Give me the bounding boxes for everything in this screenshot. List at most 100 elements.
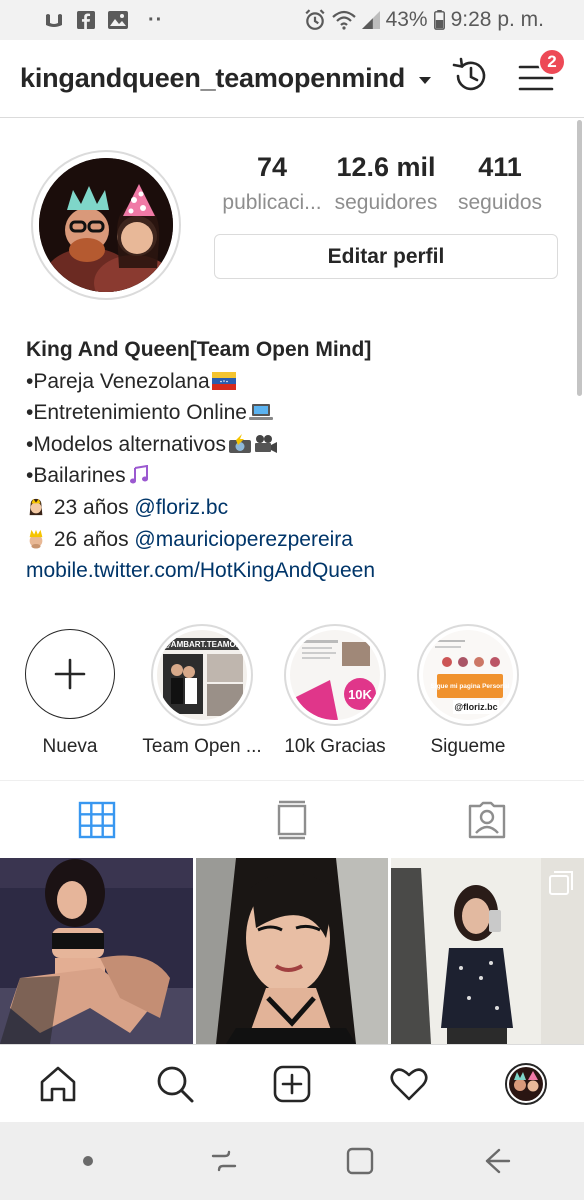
age-text: 26 años <box>48 527 135 551</box>
messenger-app-icon <box>46 14 62 27</box>
highlight-team-open[interactable]: @AMBART.TEAMOP Team Open ... <box>142 624 262 758</box>
grid-icon <box>79 801 116 838</box>
scrollbar[interactable] <box>577 120 582 396</box>
post-thumbnail[interactable] <box>0 858 193 1044</box>
tab-feed-view[interactable] <box>195 781 390 858</box>
avatar-illustration <box>39 158 173 292</box>
highlight-10k-gracias[interactable]: 10K 10k Gracias <box>275 624 395 758</box>
highlight-cover-text: Sigue mi pagina Personal <box>430 683 509 690</box>
nav-activity-button[interactable] <box>385 1060 433 1108</box>
highlight-cover-text: @floriz.bc <box>454 702 497 712</box>
highlight-cover-text: @AMBART.TEAMOP <box>163 640 242 649</box>
princess-emoji-icon <box>29 498 43 516</box>
stat-posts[interactable]: 74 publicaci... <box>212 152 332 215</box>
highlight-cover: @AMBART.TEAMOP <box>157 630 247 720</box>
bio-line-text: •Modelos alternativos <box>26 432 226 456</box>
nav-home-button[interactable] <box>34 1060 82 1108</box>
chevron-down-icon[interactable] <box>419 77 432 84</box>
bio-line: •Entretenimiento Online <box>26 397 566 429</box>
bio-age-line: 26 años @mauricioperezpereira <box>26 524 566 556</box>
highlight-ring: 10K <box>284 624 386 726</box>
followers-label: seguidores <box>334 191 438 214</box>
profile-top-bar: kingandqueen_teamopenmind <box>0 40 584 118</box>
highlight-label: Team Open ... <box>142 736 262 757</box>
status-bar: ·· 43% 9:28 p. m. <box>0 0 584 40</box>
highlight-label: Sigueme <box>430 736 506 757</box>
tab-grid[interactable] <box>0 781 195 858</box>
age-text: 23 años <box>48 495 135 519</box>
following-count: 411 <box>478 152 522 182</box>
clock: 9:28 p. m. <box>450 8 544 31</box>
movie-camera-icon <box>254 434 277 453</box>
highlight-cover-image: 10K <box>290 630 380 720</box>
dot-icon <box>83 1156 93 1166</box>
highlight-cover: Sigue mi pagina Personal @floriz.bc <box>423 630 513 720</box>
posts-label: publicaci... <box>222 191 322 214</box>
highlight-cover: 10K <box>290 630 380 720</box>
android-system-navigation <box>0 1122 584 1200</box>
archive-history-button[interactable] <box>450 56 490 96</box>
highlight-cover-text: 10K <box>348 687 372 702</box>
search-icon <box>157 1066 194 1102</box>
post-thumbnail[interactable] <box>391 858 584 1044</box>
highlight-sigueme[interactable]: Sigue mi pagina Personal @floriz.bc Sigu… <box>408 624 528 758</box>
back-button[interactable] <box>476 1141 516 1181</box>
mention-link[interactable]: @floriz.bc <box>134 496 228 519</box>
plus-icon <box>54 658 86 690</box>
heart-icon <box>390 1067 428 1100</box>
post-image <box>0 858 193 1044</box>
edit-profile-button[interactable]: Editar perfil <box>214 234 558 279</box>
highlight-cover-image: Sigue mi pagina Personal @floriz.bc <box>423 630 513 720</box>
bio-line: •Modelos alternativos <box>26 429 566 461</box>
bio-line: •Pareja Venezolana <box>26 366 566 398</box>
highlight-label: 10k Gracias <box>284 736 386 757</box>
highlight-ring: Sigue mi pagina Personal @floriz.bc <box>417 624 519 726</box>
tab-tagged[interactable] <box>389 781 584 858</box>
bottom-navigation <box>0 1044 584 1122</box>
bio-line-text: •Bailarines <box>26 464 126 488</box>
camera-flash-icon <box>228 433 251 453</box>
following-label: seguidos <box>457 191 543 214</box>
post-image <box>195 858 389 1044</box>
prince-emoji-icon <box>29 529 43 549</box>
music-notes-icon <box>129 465 148 484</box>
nav-search-button[interactable] <box>151 1060 199 1108</box>
posts-count: 74 <box>256 152 288 182</box>
venezuela-flag-icon <box>211 371 236 390</box>
stat-followers[interactable]: 12.6 mil seguidores <box>326 152 446 215</box>
new-highlight-circle[interactable] <box>25 629 115 719</box>
home-square-icon <box>346 1147 374 1175</box>
bio-age-line: 23 años @floriz.bc <box>26 492 566 524</box>
signal-icon <box>361 11 380 29</box>
highlight-new[interactable]: Nueva <box>10 624 130 758</box>
recent-apps-button[interactable] <box>204 1141 244 1181</box>
home-system-button[interactable] <box>340 1141 380 1181</box>
bio-line-text: •Pareja Venezolana <box>26 369 210 393</box>
multiple-photos-icon <box>549 871 574 895</box>
gallery-icon <box>108 11 128 29</box>
home-icon <box>41 1066 76 1101</box>
feed-list-icon <box>277 800 307 839</box>
battery-icon <box>433 10 445 30</box>
notification-badge: 2 <box>538 48 566 76</box>
bio-line-text: •Entretenimiento Online <box>26 401 247 425</box>
tagged-person-icon <box>468 801 505 838</box>
profile-avatar[interactable] <box>31 150 181 300</box>
wifi-icon <box>331 10 356 30</box>
highlight-label: Nueva <box>42 736 98 757</box>
alarm-icon <box>305 9 325 30</box>
followers-count: 12.6 mil <box>336 152 436 182</box>
bio-website-link[interactable]: mobile.twitter.com/HotKingAndQueen <box>26 555 566 587</box>
highlight-cover-image: @AMBART.TEAMOP <box>157 630 247 720</box>
recents-icon <box>211 1150 237 1172</box>
nav-new-post-button[interactable] <box>268 1060 316 1108</box>
facebook-icon <box>77 11 95 29</box>
mention-link[interactable]: @mauricioperezpereira <box>134 528 353 551</box>
assistant-dot-button[interactable] <box>68 1141 108 1181</box>
account-switcher-username[interactable]: kingandqueen_teamopenmind <box>20 63 405 94</box>
post-thumbnail[interactable] <box>195 858 389 1044</box>
nav-profile-button[interactable] <box>502 1060 550 1108</box>
stat-following[interactable]: 411 seguidos <box>440 152 560 215</box>
history-icon <box>452 57 486 91</box>
back-arrow-icon <box>485 1148 511 1174</box>
